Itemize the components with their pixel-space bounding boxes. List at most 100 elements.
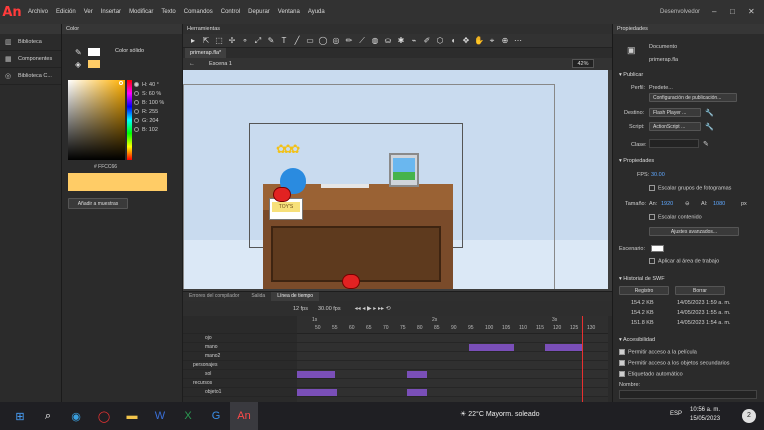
motion-tween[interactable] — [297, 371, 335, 378]
hand-character-2[interactable] — [342, 274, 360, 289]
publish-heading[interactable]: ▾ Publicar — [619, 72, 643, 78]
layer-row[interactable]: mano — [183, 343, 297, 352]
zoom-field[interactable]: 42% — [572, 59, 594, 68]
frame-row[interactable] — [297, 361, 608, 370]
tool-icon-22[interactable]: ✋ — [473, 35, 485, 47]
b-row[interactable]: B: 100 % — [134, 98, 178, 107]
menu-0[interactable]: Archivo — [24, 0, 52, 24]
playhead[interactable] — [582, 316, 583, 402]
motion-tween[interactable] — [545, 344, 583, 351]
tool-icon-14[interactable]: ◍ — [369, 35, 381, 47]
tool-icon-10[interactable]: ◯ — [317, 35, 329, 47]
pencil-icon[interactable]: ✎ — [703, 140, 709, 148]
tool-icon-18[interactable]: ✐ — [421, 35, 433, 47]
tool-icon-16[interactable]: ✱ — [395, 35, 407, 47]
tool-icon-25[interactable]: ⋯ — [512, 35, 524, 47]
maximize-icon[interactable]: □ — [730, 0, 735, 24]
menu-2[interactable]: Ver — [80, 0, 97, 24]
motion-tween[interactable] — [407, 371, 427, 378]
stage-canvas[interactable]: ✿✿✿ TOY'S — [183, 70, 608, 289]
width-value[interactable]: 1920 — [661, 201, 673, 207]
wrench-icon[interactable]: 🔧 — [705, 109, 714, 117]
dock-components[interactable]: ▦ Componentes — [0, 51, 61, 68]
tool-icon-2[interactable]: ⬚ — [213, 35, 225, 47]
tool-icon-23[interactable]: ⌖ — [486, 35, 498, 47]
menu-6[interactable]: Comandos — [180, 0, 217, 24]
menu-9[interactable]: Ventana — [274, 0, 304, 24]
time-readout[interactable]: 30.00 fps — [318, 306, 341, 312]
scene-name[interactable]: Escena 1 — [209, 61, 232, 67]
dock-library[interactable]: ▥ Biblioteca — [0, 34, 61, 51]
publish-config-button[interactable]: Configuración de publicación... — [649, 93, 737, 102]
frame-ruler[interactable]: 50 55 60 65 70 75 80 85 90 95 100 105 110 115 120 125 13… — [297, 316, 677, 334]
steam-icon[interactable]: G — [202, 402, 230, 430]
tool-icon-13[interactable]: ⟋ — [356, 35, 368, 47]
excel-icon[interactable]: X — [174, 402, 202, 430]
tool-icon-9[interactable]: ▭ — [304, 35, 316, 47]
menu-7[interactable]: Control — [217, 0, 244, 24]
fps-readout[interactable]: 12 fps — [293, 306, 308, 312]
tool-icon-12[interactable]: ✏ — [343, 35, 355, 47]
link-icon[interactable]: ⊖ — [685, 201, 690, 207]
layer-row[interactable]: recursos — [183, 379, 297, 388]
hue-slider[interactable] — [127, 80, 132, 160]
notifications-badge[interactable]: 2 — [742, 409, 756, 423]
layer-row[interactable]: ojo — [183, 334, 297, 343]
blue-row[interactable]: B: 102 — [134, 125, 178, 134]
frame-row[interactable] — [297, 388, 608, 397]
search-icon[interactable]: ⌕ — [34, 402, 62, 430]
access-movie-option[interactable]: Permitir acceso a la película — [619, 349, 697, 355]
scale-groups-option[interactable]: Escalar grupos de fotogramas — [649, 185, 731, 191]
edge-icon[interactable]: ◉ — [62, 402, 90, 430]
menu-10[interactable]: Ayuda — [304, 0, 329, 24]
menu-5[interactable]: Texto — [157, 0, 179, 24]
hand-character[interactable] — [273, 187, 291, 202]
dock-cc-library[interactable]: ◎ Biblioteca C... — [0, 68, 61, 85]
stroke-swatch[interactable] — [88, 48, 100, 56]
windows-start-icon[interactable]: ⊞ — [6, 402, 34, 430]
fill-swatch[interactable] — [88, 60, 100, 68]
tool-icon-7[interactable]: T — [278, 35, 290, 47]
playback-controls[interactable]: ◂◂ ◂ ▶ ▸ ▸▸ ⟲ — [355, 305, 391, 312]
frame-row[interactable] — [297, 370, 608, 379]
accessibility-heading[interactable]: ▾ Accesibilidad — [619, 337, 655, 343]
color-picker-marker[interactable] — [119, 81, 123, 85]
advanced-settings-button[interactable]: Ajustes avanzados... — [649, 227, 739, 236]
log-button[interactable]: Registro — [619, 286, 669, 295]
layer-row[interactable]: mano2 — [183, 352, 297, 361]
class-input[interactable] — [649, 139, 699, 148]
file-explorer-icon[interactable]: ▬ — [118, 402, 146, 430]
stage-color-swatch[interactable] — [651, 245, 664, 252]
motion-tween[interactable] — [297, 389, 337, 396]
fill-type-select[interactable]: Color sólido — [115, 48, 144, 54]
menu-3[interactable]: Insertar — [97, 0, 125, 24]
tool-icon-8[interactable]: ╱ — [291, 35, 303, 47]
animate-taskbar-icon[interactable]: An — [230, 402, 258, 430]
timeline-tab-1[interactable]: Salida — [245, 292, 271, 301]
fps-value[interactable]: 30.00 — [651, 172, 665, 178]
back-arrow-icon[interactable]: ← — [189, 61, 195, 67]
r-row[interactable]: R: 255 — [134, 107, 178, 116]
add-to-swatches-button[interactable]: Añadir a muestras — [68, 198, 128, 209]
stroke-pencil-icon[interactable]: ✎ — [75, 48, 82, 57]
layer-row[interactable]: sol — [183, 370, 297, 379]
name-input[interactable] — [619, 390, 757, 399]
h-row[interactable]: H: 40 ° — [134, 80, 178, 89]
minimize-icon[interactable]: – — [712, 0, 716, 24]
target-select[interactable]: Flash Player ... — [649, 108, 701, 117]
hex-value[interactable]: # FFCC66 — [94, 164, 117, 170]
frame-row[interactable] — [297, 352, 608, 361]
document-tab[interactable]: primerap.fla* — [185, 48, 227, 58]
tool-icon-21[interactable]: ✥ — [460, 35, 472, 47]
weather-widget[interactable]: ☀ 22°C Mayorm. soleado — [460, 410, 540, 418]
properties-heading[interactable]: ▾ Propiedades — [619, 158, 654, 164]
language-indicator[interactable]: ESP — [670, 411, 682, 417]
frame-grid[interactable]: 50 55 60 65 70 75 80 85 90 95 100 105 110 115 120 125 13… — [297, 316, 677, 402]
scale-content-option[interactable]: Escalar contenido — [649, 214, 702, 220]
menu-8[interactable]: Depurar — [244, 0, 274, 24]
auto-label-option[interactable]: Etiquetado automático — [619, 371, 683, 377]
tool-icon-6[interactable]: ✎ — [265, 35, 277, 47]
settings-wrench-icon[interactable]: 🔧 — [705, 123, 714, 131]
menu-4[interactable]: Modificar — [125, 0, 157, 24]
s-row[interactable]: S: 60 % — [134, 89, 178, 98]
